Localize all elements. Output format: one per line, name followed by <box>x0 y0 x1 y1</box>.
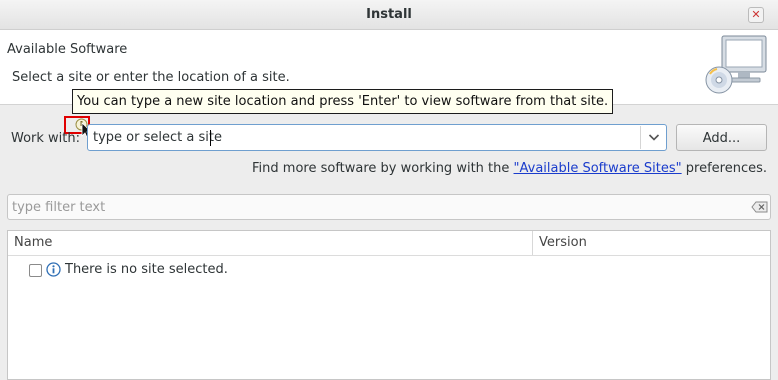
title-bar: Install ✕ <box>0 0 778 30</box>
row-checkbox[interactable] <box>29 264 42 277</box>
site-input[interactable] <box>89 126 639 149</box>
row-label: There is no site selected. <box>65 262 228 277</box>
table-row[interactable]: There is no site selected. <box>8 261 770 281</box>
window-title: Install <box>366 7 412 22</box>
tooltip: You can type a new site location and pre… <box>72 89 614 114</box>
find-more-software: Find more software by working with the "… <box>252 161 767 176</box>
page-description: Select a site or enter the location of a… <box>12 70 290 85</box>
column-header-version[interactable]: Version <box>539 235 587 250</box>
close-button[interactable]: ✕ <box>748 7 764 23</box>
text-caret <box>210 130 211 146</box>
site-combo[interactable] <box>87 124 667 151</box>
clear-text-icon[interactable] <box>751 201 768 213</box>
computer-cd-icon <box>705 35 767 94</box>
work-with-label: Work with: <box>11 131 81 146</box>
available-software-sites-link[interactable]: "Available Software Sites" <box>514 161 682 176</box>
combo-divider <box>640 126 641 149</box>
software-tree[interactable]: Name Version There is no site selected. <box>7 230 771 380</box>
find-more-prefix: Find more software by working with the <box>252 161 514 176</box>
add-site-button[interactable]: Add... <box>676 124 767 151</box>
filter-input[interactable] <box>9 196 739 218</box>
chevron-down-icon[interactable] <box>648 133 660 142</box>
page-title: Available Software <box>7 42 128 57</box>
info-icon <box>46 262 61 277</box>
column-divider[interactable] <box>532 231 533 255</box>
column-header-name[interactable]: Name <box>14 235 52 250</box>
filter-box[interactable] <box>7 194 771 220</box>
find-more-suffix: preferences. <box>681 161 767 176</box>
tree-header: Name Version <box>8 231 770 256</box>
